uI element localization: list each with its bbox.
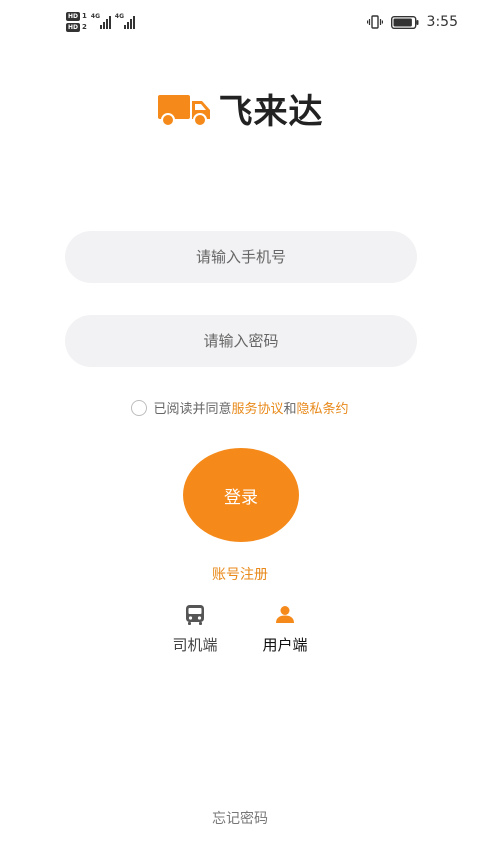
login-button[interactable]: 登录 [183,448,299,542]
sim2-hd-badge: HD 2 [66,23,87,32]
password-input[interactable] [65,315,417,367]
signal-icon: 4G [114,13,135,29]
network-type: 4G [90,13,100,20]
status-right: 3:55 [366,14,458,30]
agreement-row: 已阅读并同意 服务协议和隐私条约 [0,398,480,417]
battery-icon [390,15,419,29]
forgot-password-link[interactable]: 忘记密码 [0,808,480,828]
bus-icon [186,605,204,625]
register-link[interactable]: 账号注册 [0,564,480,584]
hd-icon: HD [66,12,81,21]
privacy-link[interactable]: 隐私条约 [297,398,349,417]
signal-icon: 4G [90,13,111,29]
clock: 3:55 [426,14,458,30]
role-user[interactable]: 用户端 [259,604,311,655]
agreement-prefix: 已阅读并同意 [153,402,232,417]
user-icon [276,606,294,623]
role-driver-label: 司机端 [172,636,218,654]
vibrate-icon [366,15,383,29]
sim1-slot: 1 [82,12,87,20]
sim-badges: HD 1 HD 2 [66,12,87,32]
app-logo: 飞来达 [0,84,480,133]
agreement-checkbox[interactable] [131,399,148,416]
app-name: 飞来达 [218,92,324,132]
role-user-label: 用户端 [262,636,308,654]
status-left: HD 1 HD 2 4G 4G [66,12,135,32]
phone-input[interactable] [65,231,417,283]
sim2-slot: 2 [82,23,87,31]
status-bar: HD 1 HD 2 4G 4G 3:55 [0,0,480,48]
role-switch: 司机端 用户端 [0,604,480,655]
hd-icon: HD [66,23,81,32]
role-driver[interactable]: 司机端 [169,604,221,655]
truck-icon [157,94,210,127]
network-type: 4G [114,13,124,20]
sim1-hd-badge: HD 1 [66,12,87,21]
agreement-joiner: 和 [283,402,297,417]
terms-link[interactable]: 服务协议 [231,398,283,417]
